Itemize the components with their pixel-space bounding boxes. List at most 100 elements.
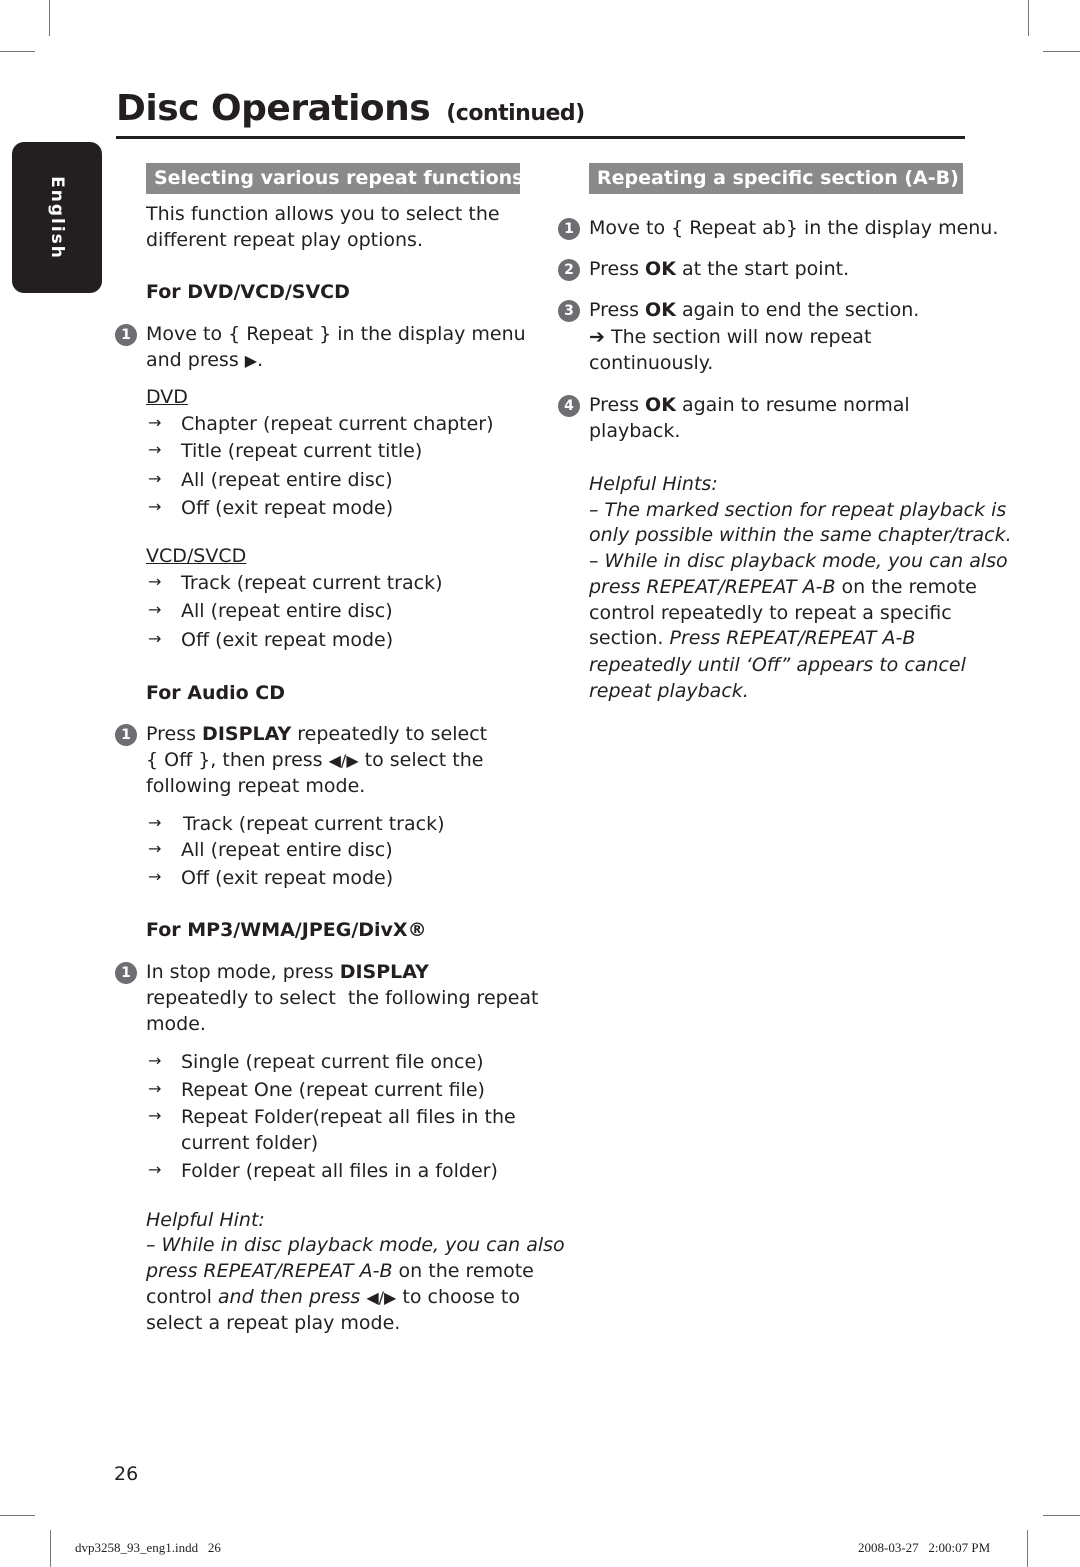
step-number-icon: 1	[558, 218, 580, 240]
arrow-icon: →	[148, 1079, 162, 1098]
list-item: Single (repeat current file once)	[181, 1051, 484, 1073]
list-item: Repeat Folder(repeat all files in the	[181, 1106, 516, 1128]
arrow-icon: →	[148, 867, 162, 886]
arrow-icon: →	[148, 600, 162, 619]
play-right-icon: ▶	[244, 351, 258, 370]
step-text: Move to { Repeat ab} in the display menu…	[589, 215, 998, 241]
display-key: DISPLAY	[202, 723, 292, 745]
period: .	[257, 349, 264, 371]
hint-text-part: press REPEAT/REPEAT A-B	[146, 1260, 393, 1282]
hint-text: section. Press REPEAT/REPEAT A-B	[589, 625, 915, 651]
step-result: continuously.	[589, 352, 714, 374]
crop-mark	[1028, 0, 1029, 36]
hint-text: select a repeat play mode.	[146, 1312, 401, 1334]
step-text: following repeat mode.	[146, 775, 366, 797]
step-number-icon: 4	[558, 395, 580, 417]
hint-text-part: on the remote	[392, 1260, 534, 1282]
crop-mark	[0, 1515, 35, 1516]
crop-mark	[0, 51, 35, 52]
vcd-svcd-label: VCD/SVCD	[146, 545, 247, 567]
step-number-icon: 1	[115, 724, 137, 746]
page-title-suffix: (continued)	[446, 101, 585, 126]
list-item: Track (repeat current track)	[181, 572, 443, 594]
step-text-part: Press	[146, 723, 203, 745]
step-text: repeatedly to select the following repea…	[146, 987, 539, 1009]
arrow-icon: →	[148, 1051, 162, 1070]
arrow-icon: →	[148, 1106, 162, 1125]
step-text-part: again to end the section.	[675, 299, 920, 321]
step-text-line: and press	[146, 349, 239, 371]
language-tab-label: English	[47, 175, 67, 260]
step-text-part: again to resume normal	[675, 394, 910, 416]
ok-key: OK	[645, 299, 676, 321]
section-title-repeat-functions: Selecting various repeat functions	[146, 163, 520, 194]
step-text-part: repeatedly to select	[291, 723, 488, 745]
list-item: Off (exit repeat mode)	[181, 867, 394, 889]
step-number-icon: 3	[558, 300, 580, 322]
crop-mark	[1043, 1515, 1080, 1516]
step-text-part: In stop mode, press	[146, 961, 340, 983]
arrow-icon: →	[148, 839, 162, 858]
ok-key: OK	[645, 258, 676, 280]
intro-line: different repeat play options.	[146, 229, 423, 251]
step-number-icon: 1	[115, 962, 137, 984]
helpful-hint-title: Helpful Hint:	[146, 1209, 265, 1231]
ok-key: OK	[645, 394, 676, 416]
crop-mark	[1027, 1530, 1028, 1567]
heading-dvd-vcd-svcd: For DVD/VCD/SVCD	[146, 281, 350, 303]
hint-text-part: to choose to	[396, 1286, 520, 1308]
list-item: Off (exit repeat mode)	[181, 629, 394, 651]
step-text: and press ▶.	[146, 347, 263, 374]
arrow-icon: →	[148, 440, 162, 459]
list-item: Title (repeat current title)	[181, 440, 423, 462]
step-result: ➔ The section will now repeat	[589, 326, 872, 348]
crop-mark	[1043, 51, 1080, 52]
footer-timestamp: 2008-03-27 2:00:07 PM	[858, 1540, 991, 1555]
hint-text-part: control	[146, 1286, 218, 1308]
page-title-main: Disc Operations	[116, 88, 431, 129]
step-text: Press OK at the start point.	[589, 256, 849, 282]
list-item: All (repeat entire disc)	[181, 839, 393, 861]
page-number: 26	[114, 1463, 139, 1485]
left-right-icon: ◀/▶	[366, 1288, 397, 1307]
list-item: Folder (repeat all files in a folder)	[181, 1160, 498, 1182]
arrow-icon: →	[148, 497, 162, 516]
list-item-continuation: current folder)	[181, 1132, 319, 1154]
step-text: playback.	[589, 420, 681, 442]
list-item: Off (exit repeat mode)	[181, 497, 394, 519]
step-text-part: Press	[589, 394, 646, 416]
step-text: { Off }, then press ◀/▶ to select the	[146, 747, 483, 774]
display-key: DISPLAY	[339, 961, 429, 983]
list-item: All (repeat entire disc)	[181, 600, 393, 622]
page-title: Disc Operations (continued)	[116, 88, 585, 129]
step-text: In stop mode, press DISPLAY	[146, 959, 429, 985]
hint-text-part: Press REPEAT/REPEAT A-B	[669, 627, 916, 649]
step-text-part: to select the	[358, 749, 484, 771]
step-number-icon: 1	[115, 324, 137, 346]
footer-filename: dvp3258_93_eng1.indd 26	[75, 1540, 221, 1555]
list-item: All (repeat entire disc)	[181, 469, 393, 491]
list-item: Chapter (repeat current chapter)	[181, 413, 494, 435]
hint-text: – The marked section for repeat playback…	[589, 499, 1007, 521]
step-number-icon: 2	[558, 259, 580, 281]
arrow-icon: →	[148, 413, 162, 432]
intro-line: This function allows you to select the	[146, 203, 500, 225]
list-item: Track (repeat current track)	[183, 813, 445, 835]
step-text-part: at the start point.	[675, 258, 850, 280]
hint-text: – While in disc playback mode, you can a…	[146, 1234, 565, 1256]
crop-mark	[50, 1530, 51, 1567]
step-text-part: Move to { Repeat ab} in the display menu…	[589, 217, 999, 239]
step-text-part: Press	[589, 299, 646, 321]
heading-mp3-wma-jpeg-divx: For MP3/WMA/JPEG/DivX®	[146, 919, 427, 941]
hint-text: repeatedly until ‘Off” appears to cancel	[589, 654, 966, 676]
step-text-part: Press	[589, 258, 646, 280]
hint-text: only possible within the same chapter/tr…	[589, 524, 1012, 546]
dvd-label: DVD	[146, 386, 188, 408]
step-text-part: { Off }, then press	[146, 749, 329, 771]
title-rule	[116, 136, 965, 139]
hint-text: control and then press ◀/▶ to choose to	[146, 1284, 520, 1311]
left-right-icon: ◀/▶	[328, 751, 359, 770]
hint-text-part: section.	[589, 627, 670, 649]
step-text: Press DISPLAY repeatedly to select	[146, 721, 487, 747]
crop-mark	[49, 0, 50, 36]
